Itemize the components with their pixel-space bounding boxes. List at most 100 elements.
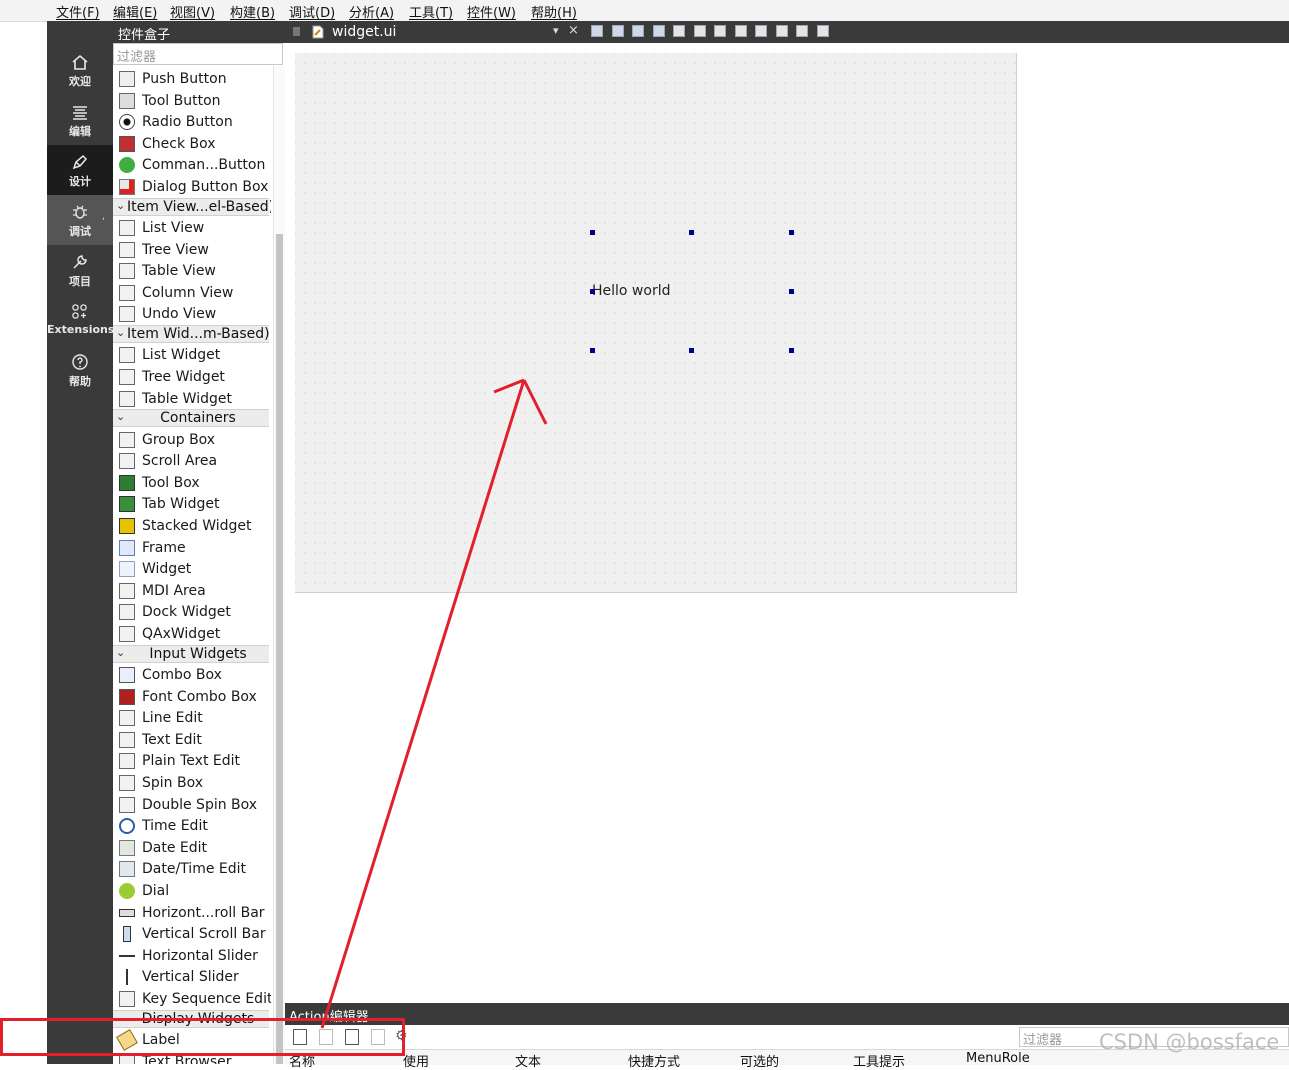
edit-tab-order-icon[interactable] xyxy=(652,25,665,37)
widget-item[interactable]: Dial xyxy=(113,881,271,902)
widget-item[interactable]: Date Edit xyxy=(113,838,271,859)
widget-item[interactable]: Group Box xyxy=(113,430,271,451)
widget-item[interactable]: MDI Area xyxy=(113,581,271,602)
resize-handle[interactable] xyxy=(789,289,794,294)
home-icon xyxy=(72,54,88,70)
chevron-down-icon[interactable]: ▾ xyxy=(553,24,559,37)
mode-extensions[interactable]: Extensions xyxy=(47,295,114,345)
widget-item[interactable]: Radio Button xyxy=(113,112,271,133)
widget-category[interactable]: ⌄ Item Wid...m-Based) xyxy=(113,325,270,343)
vertical-scroll-bar-icon xyxy=(123,926,131,943)
column-header[interactable]: 快捷方式 xyxy=(628,1051,680,1070)
menu-build[interactable]: 构建(B) xyxy=(230,2,275,21)
resize-handle[interactable] xyxy=(590,348,595,353)
resize-handle[interactable] xyxy=(689,230,694,235)
mode-edit[interactable]: 编辑 xyxy=(47,95,113,145)
column-header[interactable]: 使用 xyxy=(403,1051,429,1070)
widget-item[interactable]: Text Edit xyxy=(113,730,271,751)
widget-item[interactable]: Tree View xyxy=(113,240,271,261)
edit-signals-icon[interactable] xyxy=(611,25,624,37)
widget-item[interactable]: Vertical Scroll Bar xyxy=(113,924,271,945)
layout-vertical-splitter-icon[interactable] xyxy=(734,25,747,37)
mode-design[interactable]: 设计 xyxy=(47,145,113,195)
menu-view[interactable]: 视图(V) xyxy=(170,2,215,21)
edit-buddies-icon[interactable] xyxy=(632,25,644,37)
widget-item[interactable]: Check Box xyxy=(113,134,271,155)
menu-file[interactable]: 文件(F) xyxy=(56,2,100,21)
widget-item[interactable]: Table Widget xyxy=(113,389,271,410)
spin-box-icon xyxy=(119,775,135,791)
widget-item[interactable]: Widget xyxy=(113,559,271,580)
line-edit-icon xyxy=(119,710,135,727)
widget-item[interactable]: Frame xyxy=(113,538,271,559)
widget-item[interactable]: Tool Button xyxy=(113,91,271,112)
editor-file-title[interactable]: widget.ui xyxy=(332,24,396,40)
resize-handle[interactable] xyxy=(590,289,595,294)
widget-item[interactable]: List Widget xyxy=(113,345,271,366)
widget-item[interactable]: Key Sequence Edit xyxy=(113,989,271,1010)
adjust-size-icon[interactable] xyxy=(816,25,829,37)
column-header[interactable]: 工具提示 xyxy=(853,1051,905,1070)
widget-item[interactable]: Tool Box xyxy=(113,473,271,494)
widget-item[interactable]: List View xyxy=(113,218,271,239)
widget-item[interactable]: Scroll Area xyxy=(113,451,271,472)
form-widget[interactable] xyxy=(295,53,1017,593)
widget-category[interactable]: ⌄ Input Widgets xyxy=(113,644,269,663)
horizontal-scroll-bar-icon xyxy=(119,908,135,917)
widget-category[interactable]: ⌄ Containers xyxy=(113,409,269,428)
widget-item[interactable]: Table View xyxy=(113,261,271,282)
widget-item[interactable]: Line Edit xyxy=(113,708,271,729)
hello-label-widget[interactable]: Hello world xyxy=(592,283,670,299)
column-header[interactable]: 可选的 xyxy=(740,1051,779,1070)
edit-widgets-icon[interactable] xyxy=(591,25,603,37)
widget-item[interactable]: Tab Widget xyxy=(113,494,271,515)
close-icon[interactable]: × xyxy=(568,23,579,38)
layout-horizontal-splitter-icon[interactable] xyxy=(714,25,726,37)
widget-item[interactable]: Push Button xyxy=(113,69,271,90)
menu-tools[interactable]: 工具(T) xyxy=(409,2,453,21)
break-layout-icon[interactable] xyxy=(796,25,808,37)
menu-widgets[interactable]: 控件(W) xyxy=(467,2,516,21)
menu-debug[interactable]: 调试(D) xyxy=(289,2,335,21)
widget-category-label: Item Wid...m-Based) xyxy=(127,326,270,342)
widget-item[interactable]: Double Spin Box xyxy=(113,795,271,816)
menu-help[interactable]: 帮助(H) xyxy=(531,2,577,21)
widget-item[interactable]: Tree Widget xyxy=(113,367,271,388)
menu-edit[interactable]: 编辑(E) xyxy=(113,2,157,21)
mode-help[interactable]: 帮助 xyxy=(47,345,113,395)
mode-label: 编辑 xyxy=(69,125,91,138)
menu-analyze[interactable]: 分析(A) xyxy=(349,2,394,21)
widget-item[interactable]: Dialog Button Box xyxy=(113,177,271,198)
mode-projects[interactable]: 项目 xyxy=(47,245,113,295)
layout-grid-icon[interactable] xyxy=(775,25,788,37)
scrollbar-thumb[interactable] xyxy=(276,234,283,1064)
resize-handle[interactable] xyxy=(689,348,694,353)
widget-item[interactable]: Date/Time Edit xyxy=(113,859,271,880)
column-header[interactable]: 文本 xyxy=(515,1051,541,1070)
mode-debug[interactable]: 调试 , xyxy=(47,195,113,245)
resize-handle[interactable] xyxy=(789,230,794,235)
widget-item[interactable]: Spin Box xyxy=(113,773,271,794)
widget-item[interactable]: Vertical Slider xyxy=(113,967,271,988)
mode-welcome[interactable]: 欢迎 xyxy=(47,45,113,95)
widget-item[interactable]: Column View xyxy=(113,283,271,304)
widget-item[interactable]: Font Combo Box xyxy=(113,687,271,708)
widget-item[interactable]: Combo Box xyxy=(113,665,271,686)
widget-item[interactable]: Comman...Button xyxy=(113,155,271,176)
qaxwidget-icon xyxy=(119,626,135,642)
layout-form-icon[interactable] xyxy=(755,25,767,37)
widget-item[interactable]: Plain Text Edit xyxy=(113,751,271,772)
widget-item[interactable]: Horizont...roll Bar xyxy=(113,903,271,924)
widget-category[interactable]: ⌄ Item View...el-Based) xyxy=(113,197,271,216)
widget-item[interactable]: Time Edit xyxy=(113,816,271,837)
widget-item[interactable]: Stacked Widget xyxy=(113,516,271,537)
widget-item[interactable]: Horizontal Slider xyxy=(113,946,271,967)
resize-handle[interactable] xyxy=(590,230,595,235)
resize-handle[interactable] xyxy=(789,348,794,353)
widget-box-filter-input[interactable]: 过滤器 xyxy=(113,43,283,65)
layout-horizontal-icon[interactable] xyxy=(673,25,685,37)
widget-item[interactable]: Dock Widget xyxy=(113,602,271,623)
widget-item[interactable]: Undo View xyxy=(113,304,271,325)
widget-item[interactable]: QAxWidget xyxy=(113,624,271,645)
layout-vertical-icon[interactable] xyxy=(693,25,706,37)
